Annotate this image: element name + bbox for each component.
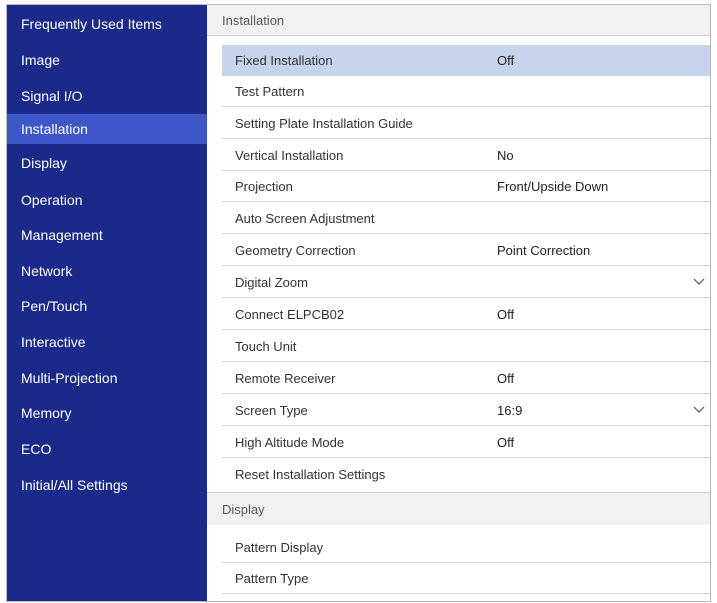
row-value: No (497, 148, 514, 163)
menu-row-high-altitude-mode[interactable]: High Altitude Mode Off (222, 427, 710, 458)
sidebar-item-interactive[interactable]: Interactive (7, 327, 207, 357)
sidebar-item-initial-all-settings[interactable]: Initial/All Settings (7, 470, 207, 500)
row-label: Connect ELPCB02 (235, 307, 345, 322)
menu-row-touch-unit[interactable]: Touch Unit (222, 331, 710, 362)
menu-row-pattern-type[interactable]: Pattern Type (222, 563, 710, 594)
menu-row-pattern-display[interactable]: Pattern Display (222, 532, 710, 563)
row-label: Auto Screen Adjustment (235, 211, 375, 226)
chevron-down-icon[interactable] (692, 404, 706, 416)
row-value: Point Correction (497, 243, 591, 258)
row-label: Fixed Installation (235, 53, 333, 68)
settings-window: Frequently Used Items Image Signal I/O I… (6, 4, 711, 602)
menu-row-digital-zoom[interactable]: Digital Zoom (222, 267, 710, 298)
row-label: Setting Plate Installation Guide (235, 116, 413, 131)
row-value: Off (497, 307, 515, 322)
menu-row-reset-installation-settings[interactable]: Reset Installation Settings (222, 459, 710, 490)
sidebar-item-image[interactable]: Image (7, 45, 207, 75)
row-label: Projection (235, 179, 293, 194)
section-header-installation: Installation (207, 5, 710, 36)
sidebar-item-network[interactable]: Network (7, 256, 207, 286)
row-label: Remote Receiver (235, 371, 336, 386)
menu-row-projection[interactable]: Projection Front/Upside Down (222, 171, 710, 202)
menu-row-fixed-installation[interactable]: Fixed Installation Off (222, 45, 710, 76)
sidebar-item-eco[interactable]: ECO (7, 434, 207, 464)
sidebar-item-management[interactable]: Management (7, 220, 207, 250)
sidebar-item-pen-touch[interactable]: Pen/Touch (7, 291, 207, 321)
row-label: Pattern Display (235, 540, 324, 555)
section-header-display: Display (207, 492, 710, 525)
row-label: Vertical Installation (235, 148, 344, 163)
chevron-down-icon[interactable] (692, 276, 706, 288)
sidebar-item-operation[interactable]: Operation (7, 185, 207, 215)
row-label: Test Pattern (235, 84, 305, 99)
menu-row-connect-elpcb02[interactable]: Connect ELPCB02 Off (222, 299, 710, 330)
row-label: High Altitude Mode (235, 435, 345, 450)
sidebar-item-memory[interactable]: Memory (7, 398, 207, 428)
row-label: Pattern Type (235, 571, 309, 586)
sidebar-item-multi-projection[interactable]: Multi-Projection (7, 363, 207, 393)
row-value: Off (497, 371, 515, 386)
sidebar-item-display[interactable]: Display (7, 148, 207, 178)
menu-row-remote-receiver[interactable]: Remote Receiver Off (222, 363, 710, 394)
row-value: Front/Upside Down (497, 179, 609, 194)
settings-content: Installation Fixed Installation Off Test… (207, 5, 710, 601)
menu-row-geometry-correction[interactable]: Geometry Correction Point Correction (222, 235, 710, 266)
row-label: Digital Zoom (235, 275, 308, 290)
menu-row-screen-type[interactable]: Screen Type 16:9 (222, 395, 710, 426)
row-label: Geometry Correction (235, 243, 356, 258)
sidebar-item-signal-io[interactable]: Signal I/O (7, 81, 207, 111)
sidebar-item-frequently-used-items[interactable]: Frequently Used Items (7, 9, 207, 39)
row-label: Touch Unit (235, 339, 297, 354)
menu-row-setting-plate-installation-guide[interactable]: Setting Plate Installation Guide (222, 108, 710, 139)
sidebar-item-installation[interactable]: Installation (7, 114, 207, 144)
row-label: Screen Type (235, 403, 308, 418)
row-value: Off (497, 53, 515, 68)
row-label: Reset Installation Settings (235, 467, 386, 482)
sidebar: Frequently Used Items Image Signal I/O I… (7, 5, 207, 601)
menu-row-test-pattern[interactable]: Test Pattern (222, 76, 710, 107)
menu-row-auto-screen-adjustment[interactable]: Auto Screen Adjustment (222, 203, 710, 234)
menu-row-vertical-installation[interactable]: Vertical Installation No (222, 140, 710, 171)
row-value: Off (497, 435, 515, 450)
row-value: 16:9 (497, 403, 523, 418)
